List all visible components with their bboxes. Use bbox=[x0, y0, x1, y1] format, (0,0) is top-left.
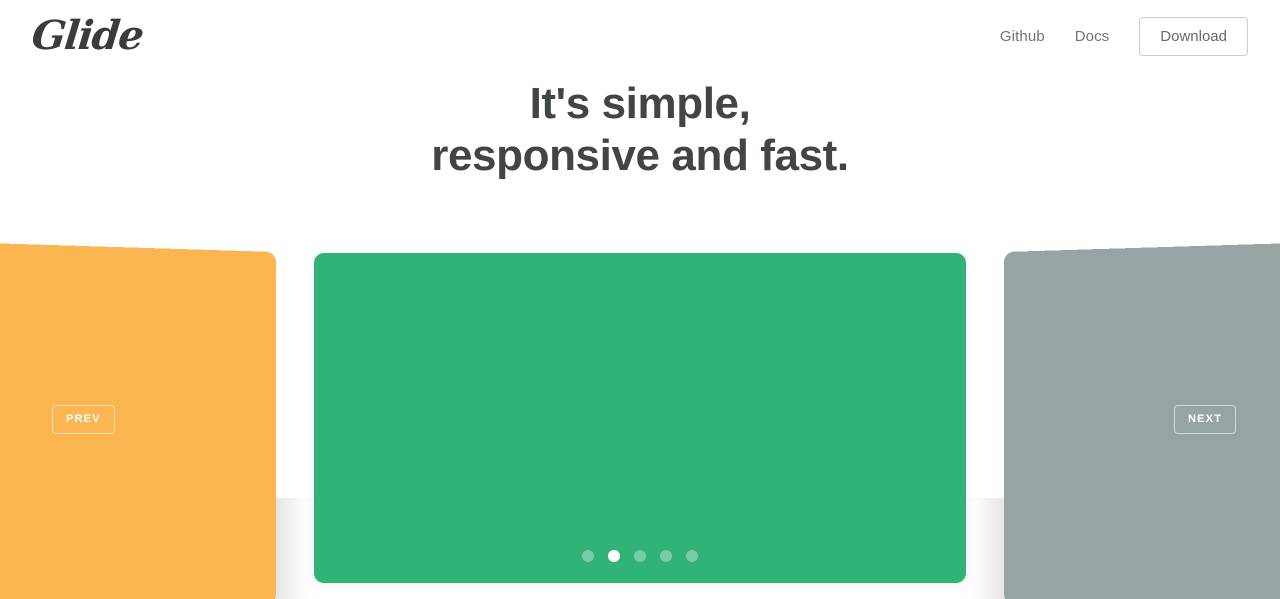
headline-line-1: It's simple, bbox=[529, 79, 751, 128]
site-header: Glide Github Docs Download bbox=[0, 0, 1280, 72]
carousel-bullets bbox=[0, 550, 1280, 562]
headline-line-2: responsive and fast. bbox=[431, 131, 849, 180]
download-button[interactable]: Download bbox=[1139, 16, 1248, 56]
slide-gap-shadow-left bbox=[272, 498, 316, 599]
carousel-prev-button[interactable]: PREV bbox=[52, 405, 115, 434]
slide-gap-shadow-right bbox=[964, 498, 1008, 599]
carousel: PREV NEXT bbox=[0, 240, 1280, 599]
carousel-bullet[interactable] bbox=[660, 550, 672, 562]
hero-headline: It's simple, responsive and fast. bbox=[0, 78, 1280, 182]
brand-logo[interactable]: Glide bbox=[30, 12, 145, 59]
carousel-next-button[interactable]: NEXT bbox=[1174, 405, 1237, 434]
landing-page: Glide Github Docs Download It's simple, … bbox=[0, 0, 1280, 599]
carousel-bullet[interactable] bbox=[582, 550, 594, 562]
slide-next[interactable] bbox=[1004, 242, 1280, 599]
nav-link-docs[interactable]: Docs bbox=[1075, 28, 1110, 45]
carousel-bullet[interactable] bbox=[608, 550, 620, 562]
carousel-bullet[interactable] bbox=[686, 550, 698, 562]
carousel-bullet[interactable] bbox=[634, 550, 646, 562]
nav-link-github[interactable]: Github bbox=[1000, 28, 1045, 45]
slide-active[interactable] bbox=[314, 253, 966, 583]
slide-previous[interactable] bbox=[0, 242, 276, 599]
primary-navigation: Github Docs Download bbox=[1000, 16, 1248, 56]
